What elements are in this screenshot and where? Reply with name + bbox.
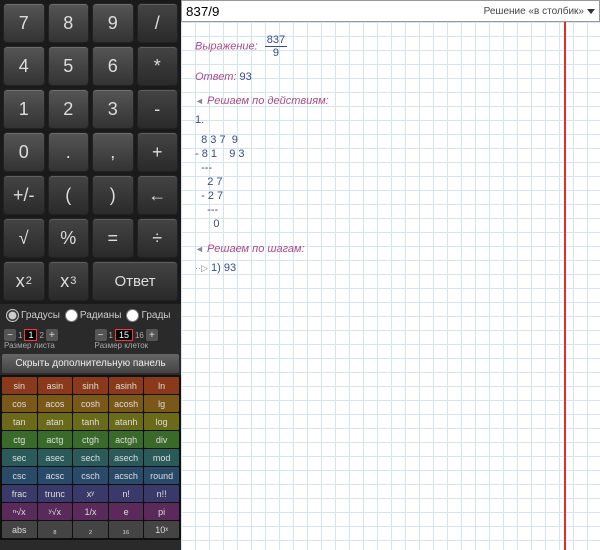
key-lparen[interactable]: (: [48, 175, 90, 215]
fn-asinh[interactable]: asinh: [109, 377, 144, 394]
fn-actgh[interactable]: actgh: [109, 431, 144, 448]
long-division-work: 8 3 7 9 - 8 1 9 3 --- 2 7 - 2 7 --- 0: [195, 133, 329, 231]
key-rparen[interactable]: ): [92, 175, 134, 215]
key-comma[interactable]: ,: [92, 132, 134, 172]
angle-grad[interactable]: Грады: [126, 309, 170, 322]
key-9[interactable]: 9: [92, 3, 134, 43]
fn-round[interactable]: round: [144, 467, 179, 484]
fn-sin[interactable]: sin: [2, 377, 37, 394]
fn-acsc[interactable]: acsc: [38, 467, 73, 484]
key-8[interactable]: 8: [48, 3, 90, 43]
fn-sec[interactable]: sec: [2, 449, 37, 466]
fn-x[interactable]: xʸ: [73, 485, 108, 502]
expression-input[interactable]: [186, 4, 484, 19]
fn-asec[interactable]: asec: [38, 449, 73, 466]
fn-div[interactable]: div: [144, 431, 179, 448]
key-1[interactable]: 1: [3, 89, 45, 129]
fn-mod[interactable]: mod: [144, 449, 179, 466]
fn-[interactable]: ₈: [38, 521, 73, 538]
fn-cosh[interactable]: cosh: [73, 395, 108, 412]
sheet-inc[interactable]: +: [46, 329, 58, 341]
fn-acos[interactable]: acos: [38, 395, 73, 412]
sheet-size: 1: [24, 329, 37, 341]
fn-sech[interactable]: sech: [73, 449, 108, 466]
cell-size: 15: [115, 329, 133, 341]
section2-label: Решаем по шагам:: [207, 243, 305, 255]
fn-csc[interactable]: csc: [2, 467, 37, 484]
fn-acsch[interactable]: acsch: [109, 467, 144, 484]
key-divide[interactable]: /: [137, 3, 179, 43]
sheet-label: Размер листа: [4, 341, 87, 350]
fn-10[interactable]: 10ˣ: [144, 521, 179, 538]
fn-e[interactable]: e: [109, 503, 144, 520]
solution-paper: Выражение: 8379 Ответ: 93 ◄ Решаем по де…: [181, 22, 600, 550]
fn-frac[interactable]: frac: [2, 485, 37, 502]
key-dot[interactable]: .: [48, 132, 90, 172]
angle-mode-group: Градусы Радианы Грады: [0, 304, 181, 327]
key-sqrt[interactable]: √: [3, 218, 45, 258]
key-minus[interactable]: -: [137, 89, 179, 129]
cell-label: Размер клеток: [95, 341, 178, 350]
fn-1x[interactable]: 1/x: [73, 503, 108, 520]
cell-inc[interactable]: +: [146, 329, 158, 341]
fn-ln[interactable]: ln: [144, 377, 179, 394]
section1-label: Решаем по действиям:: [207, 95, 329, 107]
fn-actg[interactable]: actg: [38, 431, 73, 448]
fn-x[interactable]: ⁿ√x: [2, 503, 37, 520]
angle-deg[interactable]: Градусы: [6, 309, 60, 322]
answer-label: Ответ:: [195, 71, 236, 83]
key-x3[interactable]: x3: [48, 261, 90, 301]
fn-ctg[interactable]: ctg: [2, 431, 37, 448]
key-equals[interactable]: =: [92, 218, 134, 258]
main-keypad: 7 8 9 / 4 5 6 * 1 2 3 - 0 . , + +/- ( ) …: [0, 0, 181, 304]
fn-sinh[interactable]: sinh: [73, 377, 108, 394]
fn-n[interactable]: n!!: [144, 485, 179, 502]
answer-button[interactable]: Ответ: [92, 261, 178, 301]
sheet-dec[interactable]: −: [4, 329, 16, 341]
fn-tan[interactable]: tan: [2, 413, 37, 430]
key-0[interactable]: 0: [3, 132, 45, 172]
fn-tanh[interactable]: tanh: [73, 413, 108, 430]
answer-value: 93: [240, 71, 252, 83]
fn-cos[interactable]: cos: [2, 395, 37, 412]
fn-log[interactable]: log: [144, 413, 179, 430]
fn-acosh[interactable]: acosh: [109, 395, 144, 412]
expr-label: Выражение:: [195, 40, 258, 52]
fn-x[interactable]: ʸ√x: [38, 503, 73, 520]
angle-rad[interactable]: Радианы: [65, 309, 122, 322]
fn-ctgh[interactable]: ctgh: [73, 431, 108, 448]
fn-asech[interactable]: asech: [109, 449, 144, 466]
fn-atan[interactable]: atan: [38, 413, 73, 430]
solution-mode-dropdown[interactable]: Решение «в столбик»: [484, 6, 595, 17]
hide-panel-button[interactable]: Скрыть дополнительную панель: [2, 354, 179, 373]
fn-trunc[interactable]: trunc: [38, 485, 73, 502]
fn-asin[interactable]: asin: [38, 377, 73, 394]
fn-atanh[interactable]: atanh: [109, 413, 144, 430]
key-plus[interactable]: +: [137, 132, 179, 172]
fn-n[interactable]: n!: [109, 485, 144, 502]
fn-lg[interactable]: lg: [144, 395, 179, 412]
cell-dec[interactable]: −: [95, 329, 107, 341]
key-6[interactable]: 6: [92, 46, 134, 86]
fn-[interactable]: ₁₆: [109, 521, 144, 538]
key-4[interactable]: 4: [3, 46, 45, 86]
chevron-down-icon: [587, 9, 595, 14]
function-panel: sinasinsinhasinhlncosacoscoshacoshlgtana…: [0, 375, 181, 540]
key-3[interactable]: 3: [92, 89, 134, 129]
fn-pi[interactable]: pi: [144, 503, 179, 520]
key-percent[interactable]: %: [48, 218, 90, 258]
fn-csch[interactable]: csch: [73, 467, 108, 484]
key-multiply[interactable]: *: [137, 46, 179, 86]
fn-[interactable]: ₂: [73, 521, 108, 538]
key-sign[interactable]: +/-: [3, 175, 45, 215]
key-7[interactable]: 7: [3, 3, 45, 43]
key-x2[interactable]: x2: [3, 261, 45, 301]
key-back[interactable]: ←: [137, 175, 179, 215]
key-5[interactable]: 5: [48, 46, 90, 86]
key-div2[interactable]: ÷: [137, 218, 179, 258]
fn-abs[interactable]: abs: [2, 521, 37, 538]
key-2[interactable]: 2: [48, 89, 90, 129]
